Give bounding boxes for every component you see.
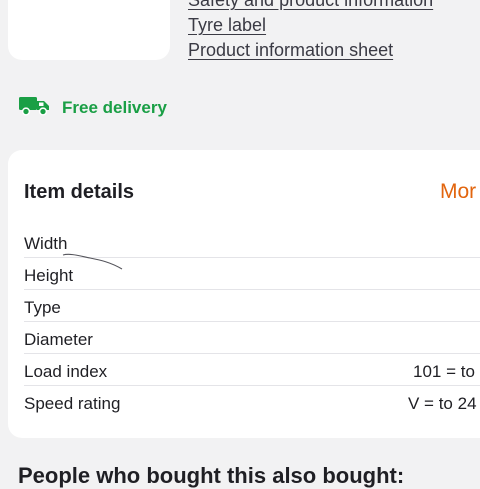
detail-value: 101 = to (413, 362, 475, 381)
detail-row-load-index: Load index 101 = to (24, 354, 480, 386)
item-details-title: Item details (24, 181, 135, 203)
tyre-image (52, 0, 138, 20)
detail-label: Speed rating (24, 394, 121, 413)
safety-info-link[interactable]: Safety and product information (188, 0, 433, 13)
truck-icon (18, 94, 50, 121)
detail-label: Type (24, 298, 61, 317)
more-link[interactable]: Mor (440, 180, 476, 204)
item-details-card: Item details Mor Width Height Type Diame… (8, 150, 480, 438)
product-links: Safety and product information Tyre labe… (188, 0, 433, 63)
detail-label: Width (24, 234, 68, 253)
detail-row-speed-rating: Speed rating V = to 24 (24, 386, 480, 417)
also-bought-heading: People who bought this also bought: (18, 463, 405, 488)
free-delivery-label: Free delivery (62, 97, 167, 117)
delivery-info: Free delivery (18, 94, 167, 121)
detail-value: V = to 24 (408, 394, 477, 413)
tyre-label-link[interactable]: Tyre label (188, 13, 433, 38)
detail-label: Load index (24, 362, 108, 381)
product-image-card[interactable] (8, 0, 170, 60)
detail-row-type: Type (24, 290, 480, 322)
detail-row-diameter: Diameter (24, 322, 480, 354)
detail-label: Diameter (24, 330, 93, 349)
pen-scribble (62, 253, 123, 270)
product-info-sheet-link[interactable]: Product information sheet (188, 38, 433, 63)
